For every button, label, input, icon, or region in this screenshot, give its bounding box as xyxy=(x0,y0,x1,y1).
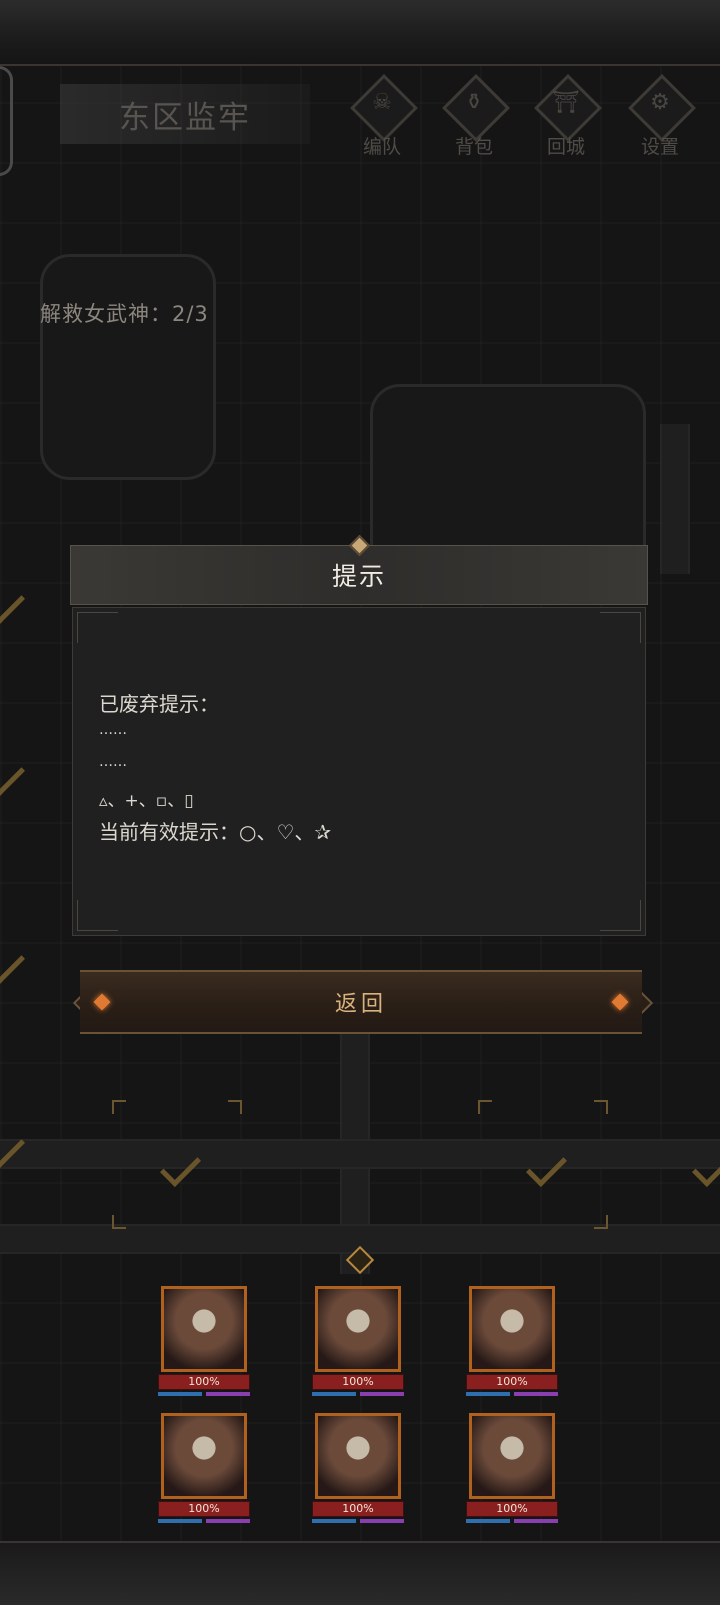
hint-line: ▵、+、▫、▯ xyxy=(99,791,194,811)
tile-corner xyxy=(112,1100,126,1114)
hp-bar: 100% xyxy=(158,1374,250,1390)
map-room xyxy=(40,254,216,480)
bag-icon: ⚱ xyxy=(464,90,484,115)
resource-bars xyxy=(466,1392,558,1396)
bag-button[interactable]: ⚱ 背包 xyxy=(438,74,510,162)
top-frame xyxy=(0,0,720,66)
corner-ornament xyxy=(77,612,118,643)
settings-button[interactable]: ⚙ 设置 xyxy=(624,74,696,162)
settings-label: 设置 xyxy=(640,136,679,158)
hint-line: …… xyxy=(99,722,127,738)
corner-ornament xyxy=(600,612,641,643)
party-member[interactable]: 100% xyxy=(466,1413,558,1523)
hp-bar: 100% xyxy=(466,1501,558,1517)
tile-corner xyxy=(478,1100,492,1114)
hp-bar: 100% xyxy=(158,1501,250,1517)
team-button[interactable]: ☠ 编队 xyxy=(346,74,418,162)
bottom-frame xyxy=(0,1541,720,1605)
party-member[interactable]: 100% xyxy=(466,1286,558,1396)
tile-corner xyxy=(594,1100,608,1114)
rescue-objective: 解救女武神：2/3 xyxy=(40,302,209,326)
gear-icon: ⚙ xyxy=(650,90,670,115)
bag-label: 背包 xyxy=(454,136,493,158)
hp-bar: 100% xyxy=(312,1374,404,1390)
side-panel-tab[interactable] xyxy=(0,66,13,176)
map-corridor xyxy=(660,424,690,574)
return-town-label: 回城 xyxy=(546,136,585,158)
resource-bars xyxy=(312,1519,404,1523)
hero-portrait xyxy=(161,1413,247,1499)
tile-corner xyxy=(228,1100,242,1114)
hero-portrait xyxy=(161,1286,247,1372)
return-town-button[interactable]: ⛩ 回城 xyxy=(530,74,602,162)
skull-icon: ☠ xyxy=(372,90,392,115)
hero-portrait xyxy=(315,1413,401,1499)
resource-bars xyxy=(312,1392,404,1396)
hp-bar: 100% xyxy=(312,1501,404,1517)
resource-bars xyxy=(466,1519,558,1523)
location-title: 东区监牢 xyxy=(60,84,310,144)
hero-portrait xyxy=(469,1413,555,1499)
tile-corner xyxy=(112,1215,126,1229)
hint-line: …… xyxy=(99,754,127,770)
hero-portrait xyxy=(315,1286,401,1372)
party-member[interactable]: 100% xyxy=(158,1413,250,1523)
map-corridor xyxy=(0,1139,720,1169)
discarded-hints-label: 已废弃提示： xyxy=(99,692,219,716)
dialog-body: 已废弃提示： …… …… ▵、+、▫、▯ 当前有效提示：○、♡、✰ xyxy=(72,607,646,936)
corner-ornament xyxy=(600,900,641,931)
return-button[interactable]: 返回 xyxy=(80,970,642,1034)
team-label: 编队 xyxy=(362,136,401,158)
party-member[interactable]: 100% xyxy=(312,1413,404,1523)
party-member[interactable]: 100% xyxy=(312,1286,404,1396)
door-icon: ⛩ xyxy=(552,90,580,115)
hint-dialog: 提示 已废弃提示： …… …… ▵、+、▫、▯ 当前有效提示：○、♡、✰ xyxy=(70,534,648,938)
hp-bar: 100% xyxy=(466,1374,558,1390)
active-hints-line: 当前有效提示：○、♡、✰ xyxy=(99,820,332,844)
hero-portrait xyxy=(469,1286,555,1372)
party-member[interactable]: 100% xyxy=(158,1286,250,1396)
resource-bars xyxy=(158,1519,250,1523)
resource-bars xyxy=(158,1392,250,1396)
tile-corner xyxy=(594,1215,608,1229)
corner-ornament xyxy=(77,900,118,931)
